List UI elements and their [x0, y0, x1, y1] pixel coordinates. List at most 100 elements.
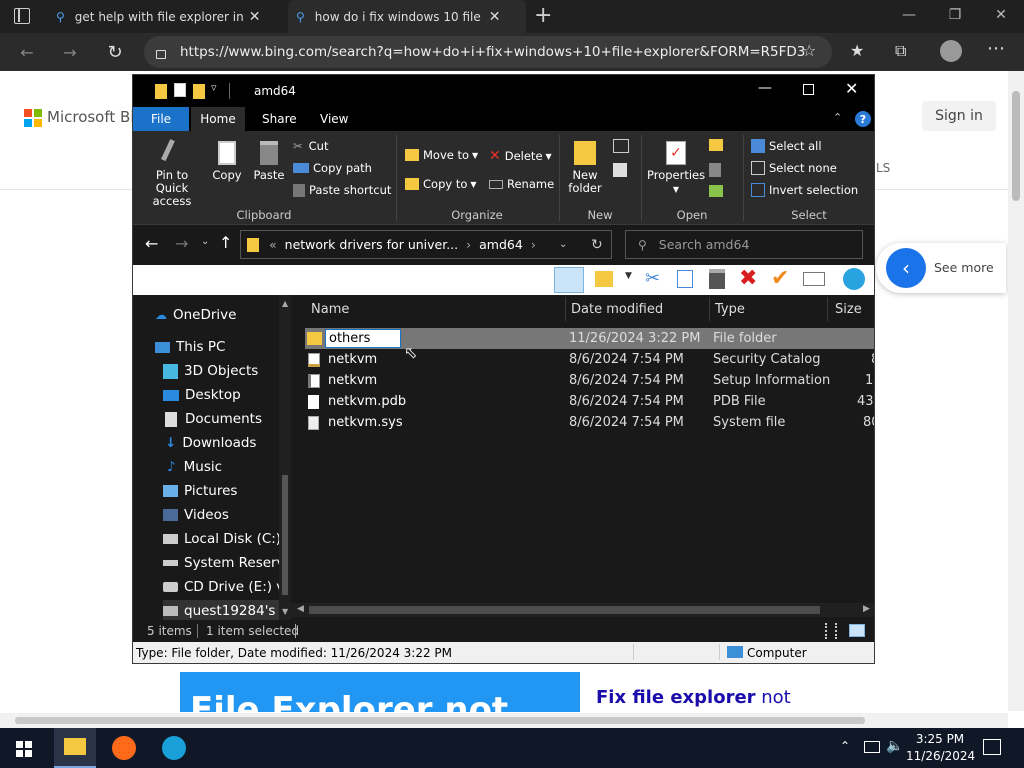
favorite-add-icon[interactable]: ☆: [802, 41, 816, 60]
open-icon[interactable]: [709, 139, 723, 151]
network-status-icon[interactable]: [864, 741, 880, 753]
properties-quick-icon[interactable]: [174, 83, 186, 97]
nav-item-downloads[interactable]: ↓ Downloads: [163, 432, 256, 454]
copy-icon[interactable]: [677, 270, 693, 288]
file-list-horizontal-scrollbar[interactable]: ◀ ▶: [291, 603, 874, 617]
clock-date[interactable]: 11/26/2024: [906, 749, 975, 763]
minimize-icon[interactable]: —: [758, 80, 772, 96]
scrollbar-thumb[interactable]: [1012, 91, 1020, 201]
quick-access-dropdown-icon[interactable]: ▿: [211, 81, 217, 94]
paste-icon[interactable]: [709, 269, 725, 289]
collapse-ribbon-icon[interactable]: ⌃: [833, 111, 842, 124]
up-arrow-icon[interactable]: ↑: [219, 233, 232, 252]
rename-icon[interactable]: [803, 272, 825, 286]
copy-to-button[interactable]: Copy to ▼: [405, 177, 477, 191]
scroll-left-icon[interactable]: ◀: [297, 604, 304, 614]
nav-pane-scrollbar[interactable]: ▲ ▼: [279, 295, 291, 620]
scroll-up-icon[interactable]: ▲: [282, 299, 288, 308]
breadcrumb-current[interactable]: amd64: [479, 237, 523, 252]
chevron-left-icon[interactable]: ‹: [886, 248, 926, 288]
tab-file[interactable]: File: [133, 107, 189, 131]
large-icons-view-icon[interactable]: [849, 624, 865, 637]
nav-item-desktop[interactable]: Desktop: [163, 384, 241, 406]
taskbar-file-explorer[interactable]: [54, 728, 96, 768]
nav-item-videos[interactable]: Videos: [163, 504, 229, 526]
nav-item-onedrive[interactable]: ☁ OneDrive: [155, 304, 236, 326]
details-view-icon[interactable]: [825, 623, 837, 639]
preview-pane-icon[interactable]: [554, 267, 584, 293]
history-icon[interactable]: [709, 185, 723, 197]
new-folder-quick-icon[interactable]: [193, 84, 205, 99]
table-row[interactable]: netkvm.pdb 8/6/2024 7:54 PM PDB File 438: [305, 391, 874, 412]
paste-shortcut-button[interactable]: Paste shortcut: [293, 183, 391, 197]
sign-in-button[interactable]: Sign in: [922, 101, 996, 131]
scroll-down-icon[interactable]: ▼: [282, 607, 288, 616]
select-all-button[interactable]: Select all: [751, 139, 822, 153]
delete-icon[interactable]: ✖: [739, 266, 757, 291]
folder-options-icon[interactable]: [595, 271, 613, 287]
breadcrumb-parent[interactable]: network drivers for univer...: [285, 237, 458, 252]
column-header-size[interactable]: Size: [835, 295, 874, 323]
easy-access-icon[interactable]: [613, 163, 627, 177]
nav-item-music[interactable]: ♪ Music: [163, 456, 222, 478]
firefox-icon[interactable]: [112, 736, 136, 760]
nav-item-this-pc[interactable]: This PC: [155, 336, 225, 358]
tab-view[interactable]: View: [307, 107, 361, 131]
favorites-icon[interactable]: ★: [850, 41, 864, 60]
bing-brand[interactable]: Microsoft Bing: [47, 108, 132, 126]
recent-locations-icon[interactable]: ⌄: [201, 236, 209, 247]
see-more-panel[interactable]: ‹ See more: [876, 243, 1006, 293]
result-title-link[interactable]: Fix file explorer not: [596, 687, 791, 708]
dropdown-icon[interactable]: ▼: [625, 271, 632, 281]
column-header-type[interactable]: Type: [715, 295, 827, 323]
nav-item-network-share[interactable]: quest19284's u: [163, 600, 291, 620]
scrollbar-thumb[interactable]: [15, 717, 865, 724]
copy-button[interactable]: Copy: [209, 141, 245, 182]
table-row[interactable]: others 11/26/2024 3:22 PM File folder: [305, 328, 874, 349]
rename-input[interactable]: others: [325, 329, 401, 348]
nav-item-system-reserved[interactable]: System Reserved: [163, 552, 291, 574]
browser-tab-1[interactable]: ⚲ get help with file explorer in windows…: [48, 0, 286, 33]
forward-arrow-icon[interactable]: →: [55, 37, 85, 67]
tab-home[interactable]: Home: [191, 107, 245, 131]
scroll-right-icon[interactable]: ▶: [863, 604, 870, 614]
breadcrumb-overflow[interactable]: «: [269, 237, 277, 252]
close-tab-icon[interactable]: ✕: [249, 9, 261, 25]
windows-start-icon[interactable]: [16, 741, 32, 757]
column-header-name[interactable]: Name: [311, 295, 565, 323]
settings-more-icon[interactable]: ⋯: [987, 38, 1005, 59]
nav-item-pictures[interactable]: Pictures: [163, 480, 237, 502]
new-item-icon[interactable]: [613, 139, 629, 153]
maximize-icon[interactable]: [803, 84, 814, 95]
column-divider[interactable]: [565, 297, 566, 321]
delete-button[interactable]: ✕ Delete ▼: [489, 148, 552, 164]
close-icon[interactable]: ✕: [845, 79, 858, 98]
chevron-up-icon[interactable]: ⌃: [840, 739, 850, 753]
edit-icon[interactable]: [709, 163, 721, 177]
table-row[interactable]: netkvm 8/6/2024 7:54 PM Setup Informatio…: [305, 370, 874, 391]
refresh-icon[interactable]: ↻: [100, 37, 130, 67]
nav-item-3d-objects[interactable]: 3D Objects: [163, 360, 258, 382]
profile-avatar[interactable]: [940, 40, 962, 62]
properties-button[interactable]: ✓ Properties ▼: [647, 141, 705, 196]
invert-selection-button[interactable]: Invert selection: [751, 183, 858, 197]
cut-icon[interactable]: ✂: [645, 268, 660, 289]
volume-muted-icon[interactable]: 🔈: [886, 738, 903, 754]
network-icon[interactable]: [843, 268, 865, 290]
collections-icon[interactable]: ⧉: [895, 41, 906, 61]
tab-share[interactable]: Share: [249, 107, 310, 131]
new-folder-button[interactable]: New folder: [565, 141, 605, 195]
scrollbar-thumb[interactable]: [309, 606, 820, 614]
scrollbar-thumb[interactable]: [282, 475, 288, 595]
search-input[interactable]: ⚲ Search amd64: [625, 230, 863, 259]
help-icon[interactable]: ?: [855, 111, 871, 127]
nav-item-documents[interactable]: Documents: [163, 408, 262, 430]
select-none-button[interactable]: Select none: [751, 161, 837, 175]
browser-tab-2[interactable]: ⚲ how do i fix windows 10 file explorer …: [288, 0, 526, 33]
back-arrow-icon[interactable]: ←: [12, 37, 42, 67]
checkmark-icon[interactable]: ✔: [771, 266, 789, 291]
close-window-icon[interactable]: ✕: [978, 0, 1024, 30]
address-bar[interactable]: https://www.bing.com/search?q=how+do+i+f…: [144, 36, 832, 68]
edge-icon[interactable]: [162, 736, 186, 760]
chevron-down-icon[interactable]: ⌄: [559, 239, 567, 250]
